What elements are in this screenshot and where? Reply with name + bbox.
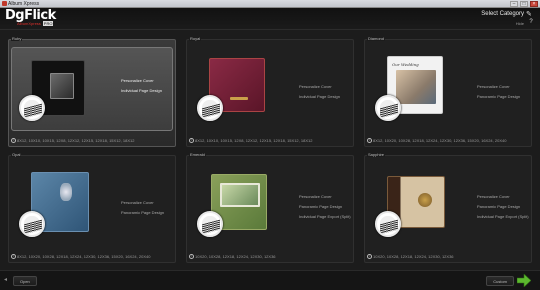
info-icon: i [11, 254, 16, 260]
feature-2: Panoramic Page Design [299, 204, 343, 209]
feature-1: Personalize Cover [477, 194, 510, 199]
app-header: DgFlick AlbumXpress PRO Select Category H… [0, 8, 540, 30]
sizes-text: 8X12, 10X20, 10X28, 12X18, 12X24, 12X30,… [17, 254, 151, 259]
category-card-diamond[interactable]: Diamond Our Wedding Personalize Cover Pa… [364, 36, 532, 147]
feature-2: Panoramic Page Design [477, 204, 521, 209]
sizes-list: i 8X12, 10X20, 10X28, 12X18, 12X24, 12X30… [367, 138, 507, 144]
sizes-text: 10X20, 10X28, 12X18, 12X24, 12X30, 12X36 [373, 254, 454, 259]
category-name: Emerald [189, 152, 206, 157]
category-name: Royal [189, 36, 202, 41]
info-icon: i [367, 254, 372, 260]
feature-2: Individual Page Design [299, 94, 340, 99]
open-button[interactable]: Open [13, 276, 37, 286]
window-title: Album Xpress [8, 1, 40, 7]
footer-bar: ◂ Open Custom [0, 270, 540, 290]
feature-1: Personalize Cover [121, 78, 154, 83]
help-icon[interactable]: ? [526, 19, 536, 26]
info-icon: i [367, 138, 372, 144]
sizes-text: 8X12, 10X10, 10X15, 12X8, 12X12, 12X15, … [17, 138, 135, 143]
category-card-royal[interactable]: Royal Personalize Cover Individual Page … [186, 36, 354, 147]
sizes-list: i 8X12, 10X20, 10X28, 12X18, 12X24, 12X30… [11, 254, 151, 260]
app-icon [2, 1, 7, 6]
minimize-button[interactable]: – [510, 1, 518, 7]
logo-tag: PRO [42, 21, 54, 26]
cover-title: Our Wedding [392, 62, 419, 67]
feature-2: Individual Page Design [121, 88, 162, 93]
close-button[interactable]: × [530, 1, 538, 7]
magnifier-icon [375, 211, 401, 237]
sizes-list: i 8X12, 10X10, 10X15, 12X8, 12X12, 12X15,… [189, 138, 313, 144]
info-icon: i [189, 254, 194, 260]
sizes-list: i 10X20, 10X28, 12X18, 12X24, 12X30, 12X3… [189, 254, 276, 260]
logo-sub: AlbumXpress [17, 21, 41, 26]
maximize-button[interactable]: □ [520, 1, 528, 7]
category-card-opal[interactable]: Opal Personalize Cover Panoramic Page De… [8, 152, 176, 263]
magnifier-icon [19, 95, 45, 121]
category-card-emerald[interactable]: Emerald Personalize Cover Panoramic Page… [186, 152, 354, 263]
next-arrow-icon[interactable] [517, 274, 531, 287]
hide-link[interactable]: Hide [516, 21, 524, 26]
feature-1: Personalize Cover [477, 84, 510, 89]
sizes-list: i 8X12, 10X10, 10X15, 12X8, 12X12, 12X15,… [11, 138, 135, 144]
feature-1: Personalize Cover [121, 200, 154, 205]
sizes-list: i 10X20, 10X28, 12X18, 12X24, 12X30, 12X3… [367, 254, 454, 260]
edit-icon[interactable]: ✎ [526, 11, 536, 19]
feature-2: Panoramic Page Design [477, 94, 521, 99]
back-icon[interactable]: ◂ [4, 276, 7, 283]
category-name: Ruby [11, 36, 23, 41]
feature-2: Panoramic Page Design [121, 210, 165, 215]
sizes-text: 10X20, 10X28, 12X18, 12X24, 12X30, 12X36 [195, 254, 276, 259]
category-card-sapphire[interactable]: Sapphire Personalize Cover Panoramic Pag… [364, 152, 532, 263]
magnifier-icon [197, 211, 223, 237]
magnifier-icon [19, 211, 45, 237]
category-name: Sapphire [367, 152, 386, 157]
window-controls: – □ × [510, 1, 538, 7]
window-titlebar: Album Xpress – □ × [0, 0, 540, 8]
category-card-ruby[interactable]: Ruby Personalize Cover Individual Page D… [8, 36, 176, 147]
sizes-text: 8X12, 10X10, 10X15, 12X8, 12X12, 12X15, … [195, 138, 313, 143]
category-name: Opal [11, 152, 22, 157]
feature-1: Personalize Cover [299, 84, 332, 89]
info-icon: i [11, 138, 16, 144]
feature-3: Individual Page Export (Split) [477, 214, 529, 219]
info-icon: i [189, 138, 194, 144]
sizes-text: 8X12, 10X20, 10X28, 12X18, 12X24, 12X30,… [373, 138, 507, 143]
logo-subtitle: AlbumXpress PRO [17, 21, 56, 26]
custom-button[interactable]: Custom [486, 276, 514, 286]
feature-3: Individual Page Export (Split) [299, 214, 351, 219]
page-title: Select Category [481, 11, 524, 17]
magnifier-icon [375, 95, 401, 121]
category-name: Diamond [367, 36, 386, 41]
app-logo: DgFlick AlbumXpress PRO [5, 9, 56, 26]
feature-1: Personalize Cover [299, 194, 332, 199]
magnifier-icon [197, 95, 223, 121]
header-icons: ✎ ? [526, 11, 536, 26]
